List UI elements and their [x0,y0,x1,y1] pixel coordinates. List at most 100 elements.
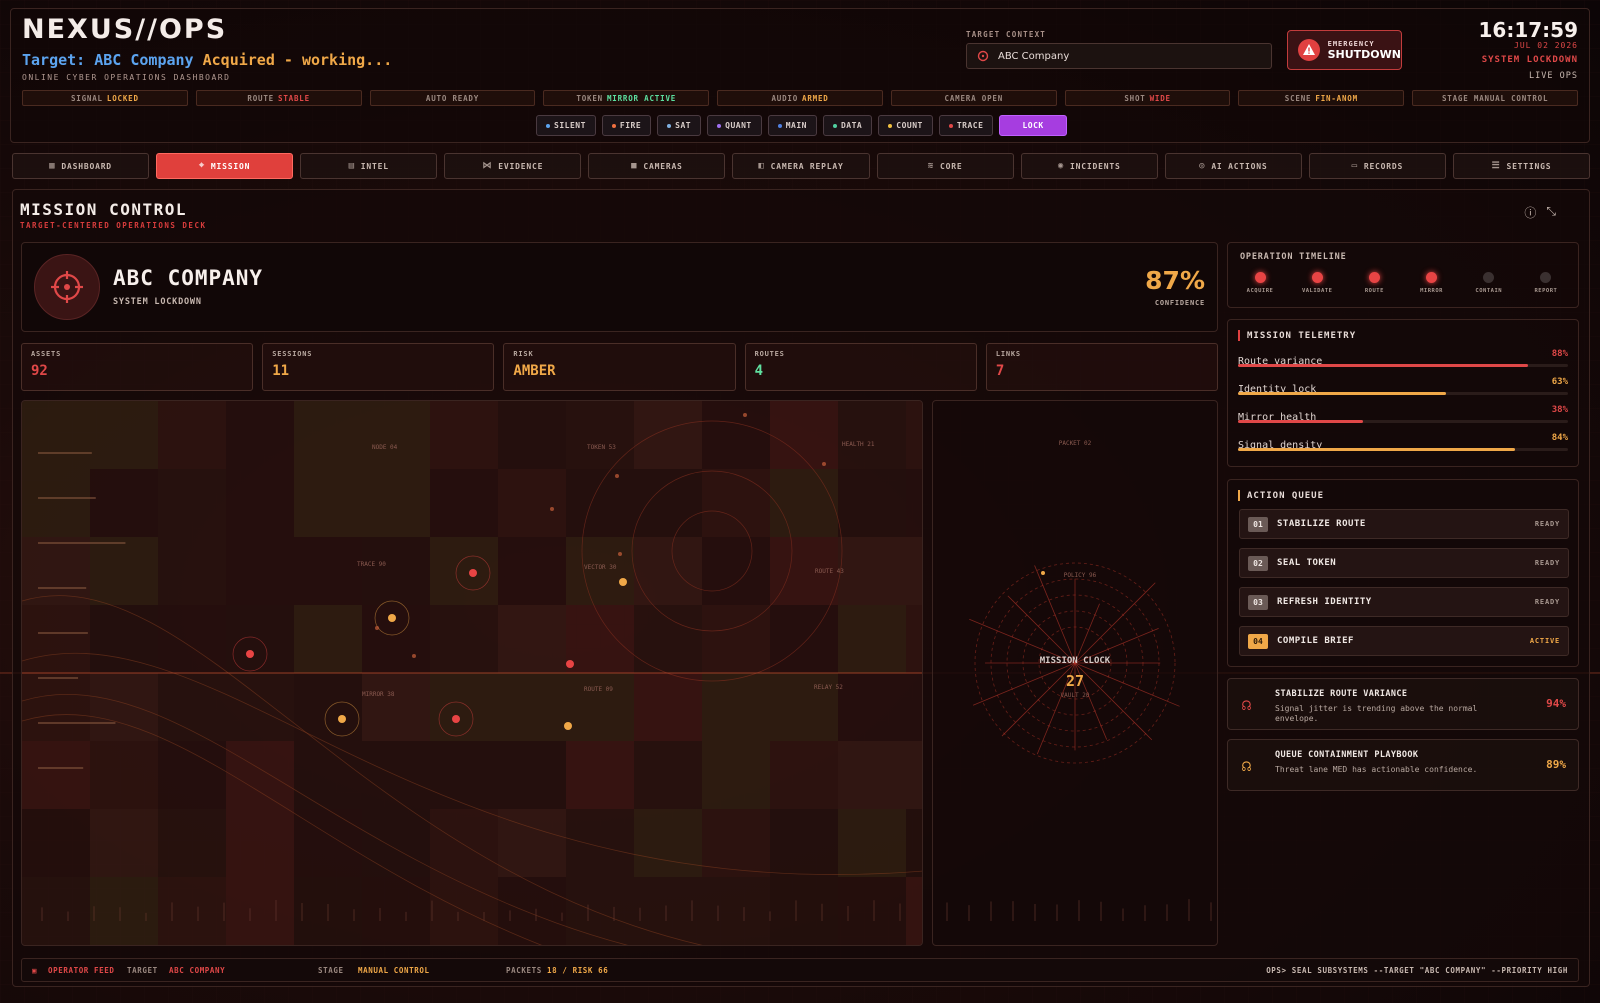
timeline-step: REPORT [1526,272,1566,294]
metric-cards: ASSETS 92 SESSIONS 11 RISK AMBER ROUTES 4 LINKS 7 [21,343,1219,391]
tab-icon: ◉ [1057,161,1065,171]
tab-records[interactable]: ▭ RECORDS [1308,153,1446,179]
target-prefix: Target: [22,51,86,69]
action-queue-title: ACTION QUEUE [1247,490,1325,501]
telemetry-fill [1238,448,1516,451]
step-dot-icon [1540,272,1552,283]
tab-incidents[interactable]: ◉ INCIDENTS [1020,153,1158,179]
mode-chip-main[interactable]: MAIN [767,115,817,136]
target-status-line: Target: ABC Company Acquired - working..… [22,51,392,69]
metric-sessions: SESSIONS 11 [262,343,495,391]
status-item: SCENE FIN-ANOM [1238,90,1405,106]
recommendation-title: STABILIZE ROUTE VARIANCE [1275,689,1408,699]
chip-label: COUNT [896,121,923,130]
expand-icon[interactable]: ⤡ [1546,204,1556,221]
mode-chip-silent[interactable]: SILENT [536,115,596,136]
recommendation-card[interactable]: ☊ STABILIZE ROUTE VARIANCE Signal jitter i… [1227,678,1579,730]
metric-routes: ROUTES 4 [744,343,977,391]
chip-label: QUANT [725,121,752,130]
map-label: VECTOR 30 [584,564,617,571]
emergency-shutdown-button[interactable]: EMERGENCY SHUTDOWN [1287,30,1402,70]
recommendation-card[interactable]: ☊ QUEUE CONTAINMENT PLAYBOOK Threat lane M… [1227,739,1579,791]
metric-label: LINKS [995,350,1021,358]
status-strip: SIGNAL LOCKED ROUTE STABLE AUTO READY TOKEN MI… [22,90,1579,106]
action-status: READY [1534,598,1560,606]
tab-label: CAMERA REPLAY [770,161,844,171]
mode-chip-data[interactable]: DATA [822,115,873,136]
mission-clock-radar: MISSION CLOCK 27 PACKET 02 POLICY 96 VAULT 2… [946,440,1212,921]
footer-packets-label: PACKETS [506,966,542,975]
status-label: SIGNAL [70,93,103,103]
footer-command: OPS> SEAL SUBSYSTEMS --TARGET "ABC COMPA… [1266,966,1568,975]
step-dot-icon [1254,272,1266,283]
tab-intel[interactable]: ▤ INTEL [300,153,438,179]
mode-chip-fire[interactable]: FIRE [601,115,652,136]
target-company-name: ABC COMPANY [113,266,264,290]
tab-icon: ☰ [1491,161,1501,171]
telemetry-fill [1238,392,1446,395]
recommendation-desc: Threat lane MED has actionable confidenc… [1275,765,1478,774]
action-number: 03 [1248,594,1268,610]
action-label: SEAL TOKEN [1277,558,1337,568]
tab-cameras[interactable]: ■ CAMERAS [588,153,726,179]
tab-icon: ▦ [49,161,56,171]
tab-evidence[interactable]: ⋈ EVIDENCE [444,153,582,179]
map-canvas: NODE 04 TOKEN 53 HEALTH 21 TRACE 90 VECTOR 3… [22,401,922,945]
action-item[interactable]: 01 STABILIZE ROUTE READY [1239,509,1569,539]
system-clock: 16:17:59 [1478,18,1579,42]
tab-dashboard[interactable]: ▦ DASHBOARD [12,153,150,179]
shutdown-label: SHUTDOWN [1327,47,1401,61]
mode-chip-trace[interactable]: TRACE [938,115,994,136]
crosshair-icon [977,50,989,62]
status-dot-icon [777,123,782,128]
operations-map[interactable]: NODE 04 TOKEN 53 HEALTH 21 TRACE 90 VECTOR 3… [21,400,923,946]
confidence-label: CONFIDENCE [1154,299,1205,307]
step-dot-icon [1426,272,1438,283]
metric-value: 11 [272,363,290,379]
telemetry-value: 38% [1551,405,1568,415]
status-item: AUDIO ARMED [717,90,883,106]
target-context-value: ABC Company [998,50,1070,62]
status-item: ROUTE STABLE [195,90,362,106]
tab-icon: ▤ [348,161,355,171]
status-label: AUDIO [771,93,799,103]
tab-label: CORE [939,161,963,171]
telemetry-track [1238,392,1568,395]
recommendation-desc: Signal jitter is trending above the norm… [1275,704,1478,723]
info-icon[interactable]: ⓘ [1524,204,1536,221]
live-ops-badge: LIVE OPS [1529,71,1578,81]
recommendation-score: 89% [1546,758,1566,771]
telemetry-fill [1238,364,1529,367]
page-title: MISSION CONTROL [20,200,187,219]
timeline-step: CONTAIN [1469,272,1509,294]
mode-chip-lock[interactable]: LOCK [999,115,1067,136]
status-dot-icon [611,123,616,128]
tab-mission[interactable]: ⌖ MISSION [156,153,294,179]
chip-label: SILENT [554,121,586,130]
target-company-state: SYSTEM LOCKDOWN [113,297,202,307]
tab-icon: ◧ [758,161,765,171]
map-label: HEALTH 21 [842,441,875,448]
target-context-select[interactable]: ABC Company [966,43,1272,69]
mode-chip-sat[interactable]: SAT [657,115,702,136]
tab-core[interactable]: ≋ CORE [876,153,1014,179]
telemetry-header: MISSION TELEMETRY [1238,330,1356,341]
action-item[interactable]: 03 REFRESH IDENTITY READY [1239,587,1569,617]
tab-ai-actions[interactable]: ◎ AI ACTIONS [1164,153,1302,179]
mode-chip-count[interactable]: COUNT [878,115,933,136]
tab-settings[interactable]: ☰ SETTINGS [1452,153,1591,179]
map-label: ROUTE 09 [584,686,613,693]
status-item: AUTO READY [369,90,536,106]
action-item[interactable]: 02 SEAL TOKEN READY [1239,548,1569,578]
tab-label: INCIDENTS [1070,161,1121,171]
footer-packets-value: 18 / RISK 66 [547,966,609,975]
footer-stage-value: MANUAL CONTROL [358,966,430,975]
mode-chip-quant[interactable]: QUANT [707,115,762,136]
status-item: TOKEN MIRROR ACTIVE [543,90,710,106]
action-item[interactable]: 04 COMPILE BRIEF ACTIVE [1239,626,1569,656]
metric-label: RISK [513,350,534,358]
metric-label: ROUTES [754,350,785,358]
status-label: AUTO READY [425,93,480,103]
tab-camera-replay[interactable]: ◧ CAMERA REPLAY [732,153,870,179]
status-dot-icon [888,123,893,128]
